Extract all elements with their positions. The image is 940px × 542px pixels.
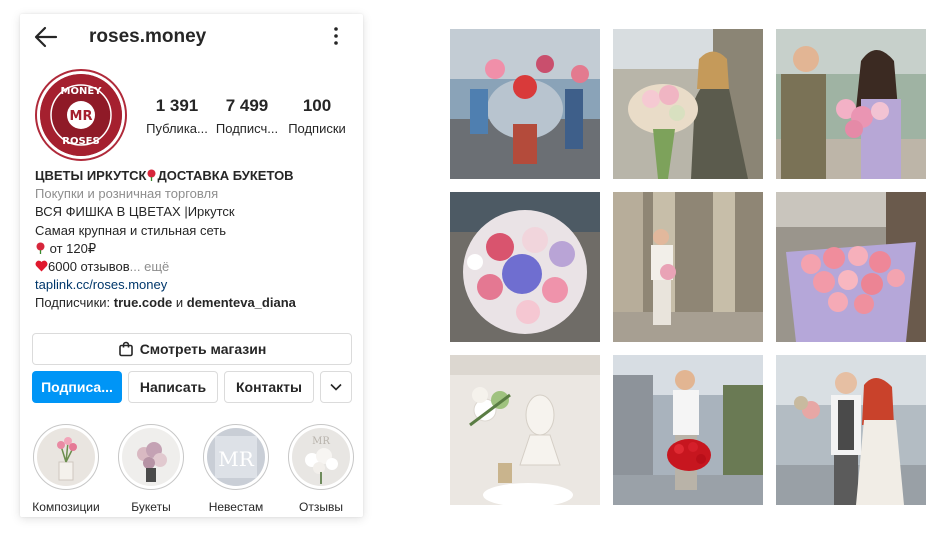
profile-username: roses.money xyxy=(89,26,207,47)
action-buttons: Подписа... Написать Контакты xyxy=(32,371,352,403)
post-thumbnail[interactable] xyxy=(613,192,763,342)
profile-panel: roses.money MONEY MR ROSES 1 391 Публика… xyxy=(20,14,363,517)
highlight-thumbnail xyxy=(37,428,95,486)
heart-emoji-icon xyxy=(35,260,48,272)
bio-more-link[interactable]: ... ещё xyxy=(130,259,170,274)
stat-followers-count: 7 499 xyxy=(225,96,269,115)
highlight-brides[interactable]: MR Невестам xyxy=(196,424,276,514)
post-thumbnail[interactable] xyxy=(613,355,763,505)
profile-bio: ЦВЕТЫ ИРКУТСК ДОСТАВКА БУКЕТОВ Покупки и … xyxy=(35,167,355,313)
stat-following-label: Подписки xyxy=(288,121,346,136)
followed-by-prefix: Подписчики: xyxy=(35,295,114,311)
rose-emoji-icon xyxy=(36,242,45,254)
follower-link-2[interactable]: dementeva_diana xyxy=(187,295,296,310)
post-thumbnail[interactable] xyxy=(450,29,600,179)
highlight-thumbnail xyxy=(122,428,180,486)
followed-by: Подписчики: true.code и dementeva_diana xyxy=(35,294,355,312)
stat-posts-count: 1 391 xyxy=(155,96,199,115)
highlight-thumbnail: MR xyxy=(207,428,265,486)
avatar[interactable]: MONEY MR ROSES xyxy=(35,69,127,161)
stat-posts[interactable]: 1 391 Публика... xyxy=(142,96,212,136)
highlight-thumbnail: MR xyxy=(292,428,350,486)
follower-link-1[interactable]: true.code xyxy=(114,295,173,310)
post-thumbnail[interactable] xyxy=(613,29,763,179)
rose-emoji-icon xyxy=(147,169,156,181)
profile-category: Покупки и розничная торговля xyxy=(35,186,219,202)
stat-followers[interactable]: 7 499 Подписч... xyxy=(212,96,282,136)
svg-text:MR: MR xyxy=(218,447,254,471)
follow-button[interactable]: Подписа... xyxy=(32,371,122,403)
followed-by-and: и xyxy=(172,295,187,311)
profile-stats: 1 391 Публика... 7 499 Подписч... 100 По… xyxy=(142,96,352,136)
more-options-icon[interactable] xyxy=(333,26,339,46)
chevron-down-icon xyxy=(330,383,342,391)
post-thumbnail[interactable] xyxy=(450,192,600,342)
stat-following-count: 100 xyxy=(302,96,332,115)
post-thumbnail[interactable] xyxy=(776,29,926,179)
display-name-part1: ЦВЕТЫ ИРКУТСК xyxy=(35,168,147,183)
bio-line-4: 6000 отзывов... ещё xyxy=(35,258,355,276)
highlight-bouquets[interactable]: Букеты xyxy=(111,424,191,514)
post-thumbnail[interactable] xyxy=(776,192,926,342)
suggested-expand-button[interactable] xyxy=(320,371,352,403)
logo-text-bottom: ROSES xyxy=(62,136,99,147)
view-shop-button[interactable]: Смотреть магазин xyxy=(32,333,352,365)
profile-display-name: ЦВЕТЫ ИРКУТСК ДОСТАВКА БУКЕТОВ xyxy=(35,167,355,185)
post-thumbnail[interactable] xyxy=(776,355,926,505)
logo-text-top: MONEY xyxy=(61,86,103,97)
svg-text:MR: MR xyxy=(312,436,330,447)
brand-logo: MONEY MR ROSES xyxy=(40,74,122,156)
back-arrow-icon[interactable] xyxy=(34,26,58,48)
posts-grid xyxy=(450,29,926,505)
view-shop-label: Смотреть магазин xyxy=(139,341,267,357)
highlight-label: Отзывы xyxy=(299,500,343,514)
top-bar: roses.money xyxy=(20,14,363,58)
highlight-reviews[interactable]: MR Отзывы xyxy=(281,424,361,514)
stat-posts-label: Публика... xyxy=(146,121,208,136)
stat-followers-label: Подписч... xyxy=(215,121,279,136)
stat-following[interactable]: 100 Подписки xyxy=(282,96,352,136)
bio-line-3: от 120₽ xyxy=(35,240,355,258)
bio-line-1: ВСЯ ФИШКА В ЦВЕТАХ |Иркутск xyxy=(35,204,235,220)
bio-price: от 120₽ xyxy=(49,240,97,256)
logo-text-mid: MR xyxy=(70,109,93,124)
bio-line-2: Самая крупная и стильная сеть xyxy=(35,222,226,238)
story-highlights: Композиции Букеты MR Невестам MR Отзывы xyxy=(26,424,361,514)
bio-website-link[interactable]: taplink.cc/roses.money xyxy=(35,276,355,294)
post-thumbnail[interactable] xyxy=(450,355,600,505)
bio-reviews: 6000 отзывов xyxy=(48,259,130,275)
highlight-compositions[interactable]: Композиции xyxy=(26,424,106,514)
highlight-label: Невестам xyxy=(208,500,264,514)
highlight-label: Композиции xyxy=(32,500,100,514)
contacts-button[interactable]: Контакты xyxy=(224,371,314,403)
display-name-part2: ДОСТАВКА БУКЕТОВ xyxy=(157,168,294,183)
shopping-bag-icon xyxy=(118,341,133,357)
highlight-label: Букеты xyxy=(131,500,171,514)
message-button[interactable]: Написать xyxy=(128,371,218,403)
